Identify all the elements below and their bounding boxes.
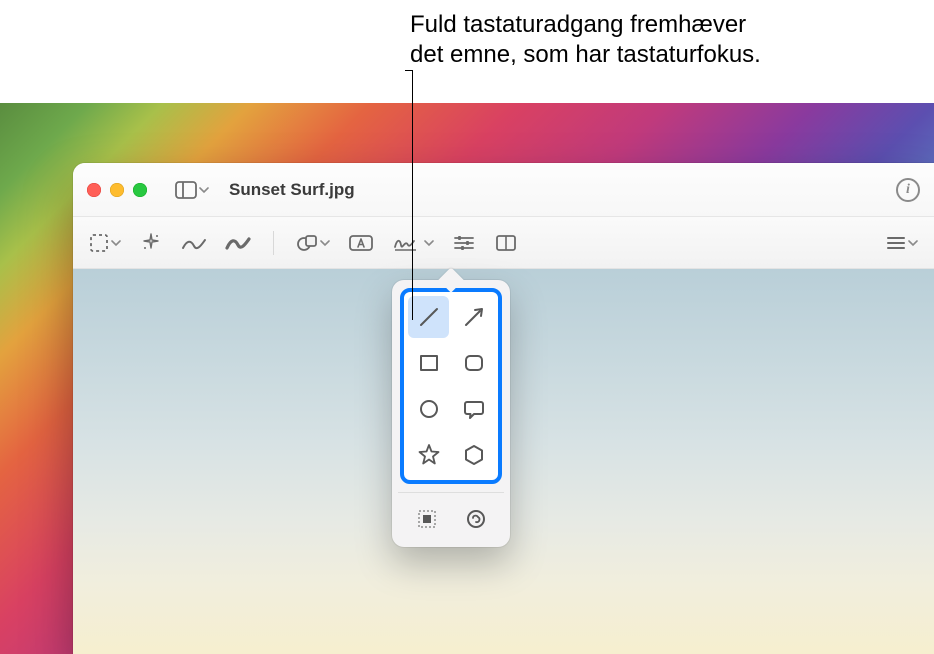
info-button[interactable]: i xyxy=(896,178,920,202)
sliders-icon xyxy=(453,234,475,252)
shape-polygon[interactable] xyxy=(453,434,494,476)
shapes-focus-group xyxy=(400,288,502,484)
shapes-icon xyxy=(296,233,318,253)
draw-icon xyxy=(225,234,251,252)
hamburger-icon xyxy=(886,235,906,251)
shape-ellipse[interactable] xyxy=(408,388,449,430)
popover-bottom-row xyxy=(400,501,502,539)
close-button[interactable] xyxy=(87,183,101,197)
sketch-icon xyxy=(181,234,207,252)
shape-mask[interactable] xyxy=(404,501,449,537)
more-tool[interactable] xyxy=(880,227,924,259)
rounded-rectangle-icon xyxy=(461,350,487,376)
chevron-down-icon xyxy=(424,238,434,248)
mask-icon xyxy=(415,507,439,531)
draw-tool[interactable] xyxy=(219,227,257,259)
shapes-popover xyxy=(392,280,510,547)
titlebar: Sunset Surf.jpg i xyxy=(73,163,934,217)
callout-tick xyxy=(405,70,412,71)
star-icon xyxy=(416,442,442,468)
sidebar-toggle-button[interactable] xyxy=(171,176,213,204)
adjust-color-tool[interactable] xyxy=(446,227,482,259)
shape-rectangle[interactable] xyxy=(408,342,449,384)
shapes-tool[interactable] xyxy=(290,227,336,259)
text-icon xyxy=(348,233,374,253)
line-icon xyxy=(416,304,442,330)
crop-tool[interactable] xyxy=(488,227,524,259)
minimize-button[interactable] xyxy=(110,183,124,197)
sidebar-icon xyxy=(175,181,197,199)
chevron-down-icon xyxy=(111,238,121,248)
info-icon: i xyxy=(906,182,910,198)
sign-tool[interactable] xyxy=(386,227,440,259)
callout-line-1: Fuld tastaturadgang fremhæver xyxy=(410,11,746,38)
shape-rounded-rectangle[interactable] xyxy=(453,342,494,384)
window-controls xyxy=(87,183,147,197)
popover-divider xyxy=(398,492,504,493)
chevron-down-icon xyxy=(199,185,209,195)
callout-line-2: det emne, som har tastaturfokus. xyxy=(410,41,761,68)
zoom-button[interactable] xyxy=(133,183,147,197)
text-tool[interactable] xyxy=(342,227,380,259)
window-title: Sunset Surf.jpg xyxy=(229,180,886,200)
shape-line[interactable] xyxy=(408,296,449,338)
speech-bubble-icon xyxy=(461,396,487,422)
shape-loupe[interactable] xyxy=(453,501,498,537)
ellipse-icon xyxy=(416,396,442,422)
toolbar-separator xyxy=(273,231,274,255)
chevron-down-icon xyxy=(908,238,918,248)
shape-arrow[interactable] xyxy=(453,296,494,338)
crop-icon xyxy=(495,234,517,252)
selection-tool[interactable] xyxy=(83,227,127,259)
sketch-tool[interactable] xyxy=(175,227,213,259)
arrow-icon xyxy=(461,304,487,330)
chevron-down-icon xyxy=(320,238,330,248)
callout-text: Fuld tastaturadgang fremhæver det emne, … xyxy=(410,10,910,70)
rectangle-icon xyxy=(416,350,442,376)
signature-icon xyxy=(392,233,422,253)
instant-alpha-tool[interactable] xyxy=(133,227,169,259)
sparkle-icon xyxy=(140,232,162,254)
hexagon-icon xyxy=(461,442,487,468)
shape-speech-bubble[interactable] xyxy=(453,388,494,430)
callout-pointer-line xyxy=(412,70,413,320)
loupe-icon xyxy=(464,507,488,531)
markup-toolbar xyxy=(73,217,934,269)
callout: Fuld tastaturadgang fremhæver det emne, … xyxy=(0,10,934,100)
selection-icon xyxy=(89,233,109,253)
shape-star[interactable] xyxy=(408,434,449,476)
